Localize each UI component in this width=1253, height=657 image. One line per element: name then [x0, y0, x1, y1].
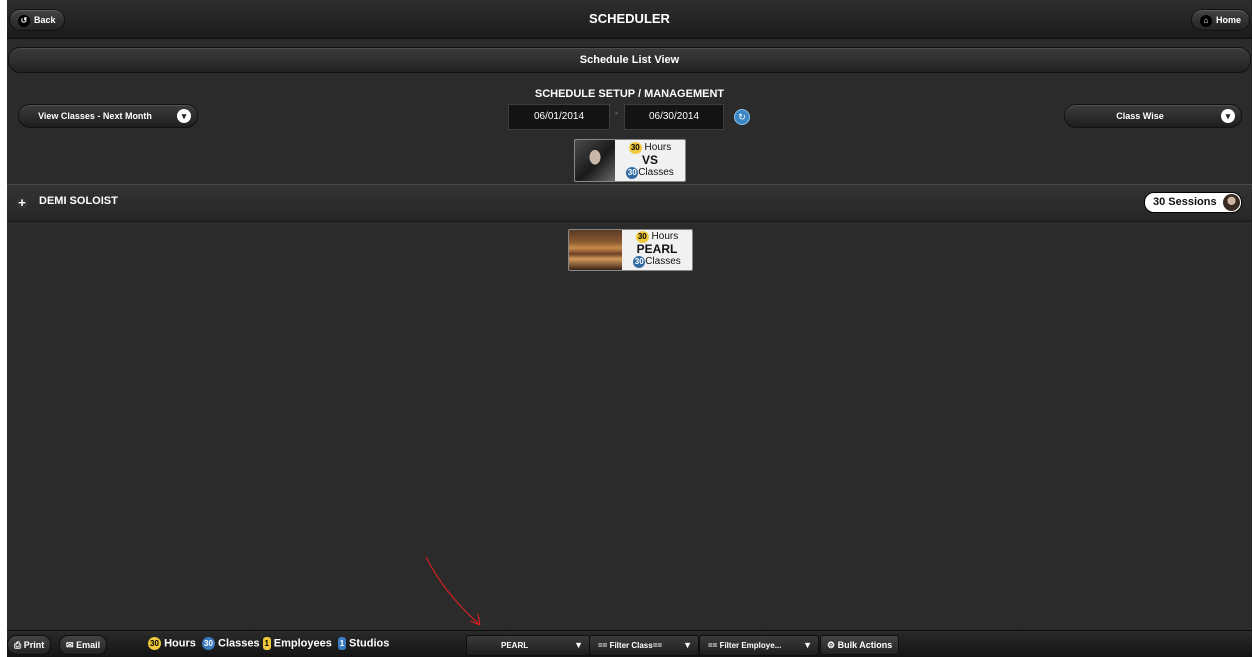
- mail-icon: ✉: [66, 640, 74, 650]
- bulk-actions-button[interactable]: ⚙ Bulk Actions: [820, 635, 900, 655]
- classes-badge: 30: [626, 167, 639, 179]
- avatar: [1222, 194, 1240, 211]
- app-title: SCHEDULER: [589, 11, 670, 26]
- hours-badge: 30: [628, 142, 642, 154]
- group-title: DEMI SOLOIST: [39, 195, 118, 207]
- print-button[interactable]: ⎙ Print: [7, 635, 52, 655]
- setup-title: SCHEDULE SETUP / MANAGEMENT: [534, 88, 725, 100]
- email-button[interactable]: ✉ Email: [59, 635, 108, 655]
- card-name: PEARL: [636, 242, 678, 256]
- sessions-badge[interactable]: 30 Sessions: [1144, 192, 1242, 213]
- home-button[interactable]: ⌂ Home: [1190, 9, 1250, 31]
- date-to-input[interactable]: 06/30/2014: [624, 104, 724, 130]
- card-name: VS: [641, 153, 658, 167]
- gear-icon: ⚙: [827, 640, 836, 650]
- view-classes-select[interactable]: View Classes - Next Month ▾: [18, 104, 198, 128]
- footer-toolbar: ⎙ Print ✉ Email 30 Hours 30 Classes 1 Em…: [7, 630, 1252, 657]
- filter-icon: ▼: [683, 640, 692, 650]
- studios-count-badge: 1: [337, 637, 346, 650]
- summary-card[interactable]: 30 Hours VS 30 Classes: [574, 139, 686, 182]
- classes-badge: 30: [633, 256, 646, 268]
- instructor-photo: [575, 140, 615, 181]
- date-from-input[interactable]: 06/01/2014: [508, 104, 610, 130]
- header-bar: ↺ Back SCHEDULER ⌂ Home: [7, 0, 1252, 39]
- studio-card[interactable]: 30 Hours PEARL 30 Classes: [568, 229, 693, 271]
- classes-count-badge: 30: [201, 637, 215, 650]
- filter-icon: ▼: [574, 640, 583, 650]
- class-wise-select[interactable]: Class Wise ▾: [1064, 104, 1242, 128]
- stats-summary: 30 Hours 30 Classes 1 Employees 1 Studio…: [148, 637, 389, 650]
- refresh-icon[interactable]: ↻: [734, 109, 750, 125]
- chevron-down-icon: ▾: [177, 109, 191, 123]
- date-separator: -: [615, 108, 619, 119]
- studio-filter-select[interactable]: PEARL ▼: [466, 635, 590, 656]
- print-icon: ⎙: [14, 640, 22, 650]
- group-header[interactable]: + DEMI SOLOIST: [7, 184, 1252, 222]
- schedule-list-view-bar[interactable]: Schedule List View: [8, 47, 1251, 73]
- employee-filter-select[interactable]: == Filter Employe... ▼: [699, 635, 819, 656]
- annotation-arrow: [425, 556, 481, 626]
- studio-photo: [569, 230, 622, 270]
- app-container: ↺ Back SCHEDULER ⌂ Home Schedule List View…: [7, 0, 1252, 657]
- chevron-down-icon: ▾: [1221, 109, 1235, 123]
- home-icon: ⌂: [1199, 14, 1212, 27]
- class-filter-select[interactable]: == Filter Class== ▼: [589, 635, 699, 656]
- employees-count-badge: 1: [262, 637, 271, 650]
- expand-icon[interactable]: +: [16, 196, 28, 209]
- hours-count-badge: 30: [148, 637, 161, 650]
- filter-icon: ▼: [803, 640, 812, 650]
